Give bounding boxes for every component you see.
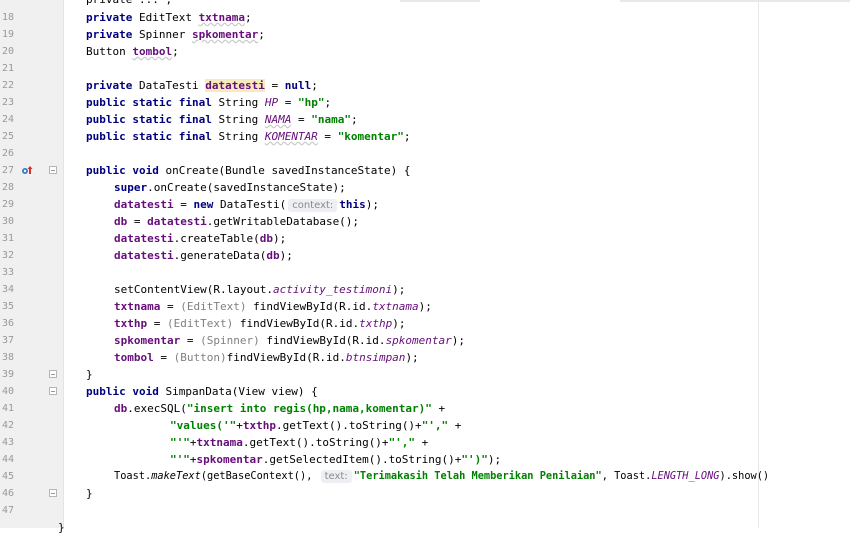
code-line: 45 Toast.makeText(getBaseContext(), text… bbox=[0, 468, 850, 485]
line-number: 40 bbox=[2, 386, 15, 397]
line-number: 28 bbox=[2, 182, 15, 193]
line-number: 39 bbox=[2, 369, 15, 380]
param-hint-text: text: bbox=[320, 470, 352, 483]
code-line: 19 private Spinner spkomentar; bbox=[0, 26, 850, 43]
code-line: 29 datatesti = new DataTesti(context: thi… bbox=[0, 196, 850, 213]
param-hint-context: context: bbox=[288, 199, 338, 212]
line-number: 21 bbox=[2, 63, 15, 74]
line-number: 42 bbox=[2, 420, 15, 431]
code-line: 25 public static final String KOMENTAR =… bbox=[0, 128, 850, 145]
code-text: public static final String KOMENTAR = "k… bbox=[86, 130, 411, 143]
code-text: super.onCreate(savedInstanceState); bbox=[114, 181, 346, 194]
code-text: Toast.makeText(getBaseContext(), text: "T… bbox=[114, 470, 770, 483]
code-line: 44 "'"+spkomentar.getSelectedItem().toSt… bbox=[0, 451, 850, 468]
fold-toggle-icon[interactable] bbox=[49, 166, 57, 174]
code-line: 32 datatesti.generateData(db); bbox=[0, 247, 850, 264]
code-line: 47 bbox=[0, 502, 850, 519]
code-line: 46 } bbox=[0, 485, 850, 502]
code-line: 23 public static final String HP = "hp"; bbox=[0, 94, 850, 111]
code-text: private EditText txtnama; bbox=[86, 11, 252, 24]
code-text: private ... ; bbox=[86, 0, 172, 8]
line-number: 27 bbox=[2, 165, 15, 176]
line-number: 23 bbox=[2, 97, 15, 108]
code-text: datatesti.createTable(db); bbox=[114, 232, 287, 245]
code-line: 26 bbox=[0, 145, 850, 162]
code-text: datatesti = new DataTesti(context: this); bbox=[114, 198, 380, 212]
code-text: datatesti.generateData(db); bbox=[114, 249, 293, 262]
line-number: 45 bbox=[2, 471, 15, 482]
line-number: 46 bbox=[2, 488, 15, 499]
code-text: db.execSQL("insert into regis(hp,nama,ko… bbox=[114, 402, 446, 415]
code-text: private Spinner spkomentar; bbox=[86, 28, 265, 41]
code-text: db = datatesti.getWritableDatabase(); bbox=[114, 215, 360, 228]
line-number: 44 bbox=[2, 454, 15, 465]
code-text: "values('"+txthp.getText().toString()+"'… bbox=[170, 419, 462, 432]
fold-toggle-icon[interactable] bbox=[49, 370, 57, 378]
code-text: setContentView(R.layout.activity_testimo… bbox=[114, 283, 406, 296]
line-number: 36 bbox=[2, 318, 15, 329]
line-number: 26 bbox=[2, 148, 15, 159]
line-number: 33 bbox=[2, 267, 15, 278]
code-line: 31 datatesti.createTable(db); bbox=[0, 230, 850, 247]
code-line: 20 Button tombol; bbox=[0, 43, 850, 60]
code-line: 41 db.execSQL("insert into regis(hp,nama… bbox=[0, 400, 850, 417]
code-text: txthp = (EditText) findViewById(R.id.txt… bbox=[114, 317, 406, 330]
code-line: 36 txthp = (EditText) findViewById(R.id.… bbox=[0, 315, 850, 332]
code-line: 22 private DataTesti datatesti = null; bbox=[0, 77, 850, 94]
code-text: "'"+spkomentar.getSelectedItem().toStrin… bbox=[170, 453, 502, 466]
code-line: 30 db = datatesti.getWritableDatabase(); bbox=[0, 213, 850, 230]
fold-toggle-icon[interactable] bbox=[49, 489, 57, 497]
code-line: 18 private EditText txtnama; bbox=[0, 9, 850, 26]
line-number: 31 bbox=[2, 233, 15, 244]
code-line: 28 super.onCreate(savedInstanceState); bbox=[0, 179, 850, 196]
line-number: 34 bbox=[2, 284, 15, 295]
line-number: 35 bbox=[2, 301, 15, 312]
fold-toggle-icon[interactable] bbox=[49, 387, 57, 395]
line-number: 29 bbox=[2, 199, 15, 210]
code-text: Button tombol; bbox=[86, 45, 179, 58]
line-number: 43 bbox=[2, 437, 15, 448]
code-line: 40 public void SimpanData(View view) { bbox=[0, 383, 850, 400]
code-text: public static final String HP = "hp"; bbox=[86, 96, 332, 109]
line-number: 47 bbox=[2, 505, 15, 516]
code-text: private DataTesti datatesti = null; bbox=[86, 79, 318, 92]
code-editor[interactable]: private ... ; 18 private EditText txtnam… bbox=[0, 0, 850, 534]
code-line: 37 spkomentar = (Spinner) findViewById(R… bbox=[0, 332, 850, 349]
code-text: public void onCreate(Bundle savedInstanc… bbox=[86, 164, 411, 177]
line-number: 41 bbox=[2, 403, 15, 414]
code-text: txtnama = (EditText) findViewById(R.id.t… bbox=[114, 300, 432, 313]
code-line: 33 bbox=[0, 264, 850, 281]
code-text: } bbox=[86, 368, 93, 381]
code-line: 21 bbox=[0, 60, 850, 77]
code-text: public void SimpanData(View view) { bbox=[86, 385, 318, 398]
line-number: 38 bbox=[2, 352, 15, 363]
line-number: 30 bbox=[2, 216, 15, 227]
line-number: 25 bbox=[2, 131, 15, 142]
line-number: 19 bbox=[2, 29, 15, 40]
code-text: "'"+txtnama.getText().toString()+"'," + bbox=[170, 436, 429, 449]
line-number: 24 bbox=[2, 114, 15, 125]
code-line: 43 "'"+txtnama.getText().toString()+"',"… bbox=[0, 434, 850, 451]
line-number: 20 bbox=[2, 46, 15, 57]
line-number: 18 bbox=[2, 12, 15, 23]
code-line: 35 txtnama = (EditText) findViewById(R.i… bbox=[0, 298, 850, 315]
code-line: 42 "values('"+txthp.getText().toString()… bbox=[0, 417, 850, 434]
line-number: 37 bbox=[2, 335, 15, 346]
line-number: 32 bbox=[2, 250, 15, 261]
code-text: } bbox=[86, 487, 93, 500]
code-line: 38 tombol = (Button)findViewById(R.id.bt… bbox=[0, 349, 850, 366]
code-line: 39 } bbox=[0, 366, 850, 383]
code-line: 27 public void onCreate(Bundle savedInst… bbox=[0, 162, 850, 179]
code-text: public static final String NAMA = "nama"… bbox=[86, 113, 358, 126]
code-line: 34 setContentView(R.layout.activity_test… bbox=[0, 281, 850, 298]
code-line-partial: private ... ; bbox=[0, 0, 850, 8]
override-up-arrow-icon[interactable] bbox=[21, 165, 33, 176]
line-number: 22 bbox=[2, 80, 15, 91]
code-text: tombol = (Button)findViewById(R.id.btnsi… bbox=[114, 351, 419, 364]
code-line: 24 public static final String NAMA = "na… bbox=[0, 111, 850, 128]
code-text: spkomentar = (Spinner) findViewById(R.id… bbox=[114, 334, 466, 347]
